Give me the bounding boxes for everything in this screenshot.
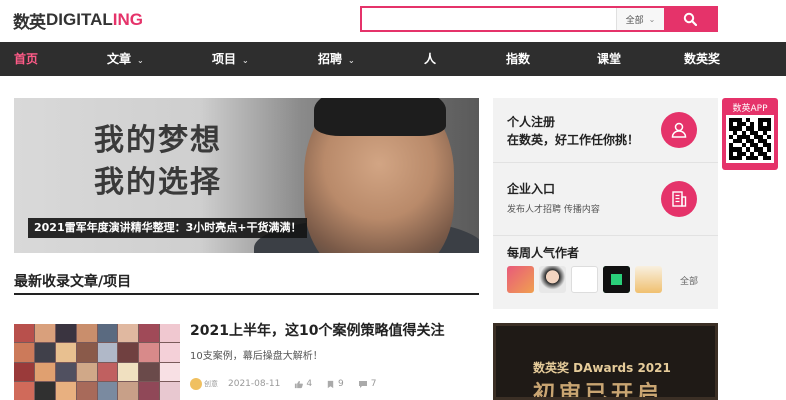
article-likes[interactable]: 4: [294, 379, 312, 389]
nav-label: 项目: [212, 52, 237, 66]
like-icon: [295, 380, 304, 388]
nav-item-index[interactable]: 指数: [506, 42, 530, 76]
hero-person-hair: [314, 98, 446, 136]
user-icon: [671, 122, 687, 138]
search-scope-select[interactable]: 全部 ⌄: [616, 8, 664, 30]
nav-label: 课堂: [597, 52, 622, 66]
search-button[interactable]: [664, 8, 716, 30]
nav-label: 文章: [107, 52, 132, 66]
article-comments-count: 7: [370, 379, 377, 389]
chevron-down-icon: ⌄: [137, 56, 144, 65]
article-author[interactable]: 创意: [204, 379, 218, 389]
main-nav: 首页 文章 ⌄ 项目 ⌄ 招聘 ⌄ 人 指数 课堂 数英奖: [0, 42, 786, 76]
nav-item-home[interactable]: 首页: [14, 42, 38, 76]
search-bar: 全部 ⌄: [360, 6, 718, 32]
favorite-icon: [327, 380, 334, 388]
enterprise-block[interactable]: 企业入口 发布人才招聘 传播内容: [493, 163, 718, 236]
article-title[interactable]: 2021上半年，这10个案例策略值得关注: [190, 320, 444, 340]
nav-label: 人: [424, 52, 437, 66]
article-thumbnail[interactable]: [14, 324, 180, 400]
register-title: 个人注册: [507, 115, 556, 129]
author-avatar[interactable]: [539, 266, 566, 293]
author-avatar[interactable]: [190, 378, 202, 390]
chevron-down-icon: ⌄: [648, 14, 656, 24]
nav-label: 数英奖: [684, 52, 721, 66]
awards-banner[interactable]: 数英奖 DAwards 2021 初审已开启: [493, 323, 718, 400]
nav-label: 招聘: [318, 52, 343, 66]
author-avatar[interactable]: [603, 266, 630, 293]
comment-icon: [358, 380, 367, 388]
popular-authors-title: 每周人气作者: [507, 246, 580, 260]
popular-authors-list: [507, 266, 662, 293]
register-block[interactable]: 个人注册 在数英，好工作任你挑！: [493, 98, 718, 163]
search-icon: [683, 12, 697, 26]
author-avatar[interactable]: [635, 266, 662, 293]
hero-banner[interactable]: 我的梦想 我的选择 2021雷军年度演讲精华整理：3小时亮点+干货满满！: [14, 98, 479, 253]
section-divider: [14, 293, 479, 295]
hero-headline-line2: 我的选择: [94, 165, 222, 200]
building-icon: [672, 191, 687, 207]
header: 数英 DIGITAL ING 全部 ⌄: [0, 0, 786, 42]
hero-caption[interactable]: 2021雷军年度演讲精华整理：3小时亮点+干货满满！: [28, 218, 308, 238]
nav-item-jobs[interactable]: 招聘 ⌄: [318, 42, 355, 76]
section-title: 最新收录文章/项目: [14, 274, 132, 290]
awards-title: 数英奖 DAwards 2021: [533, 361, 671, 375]
sidebar-panel: 个人注册 在数英，好工作任你挑！ 企业入口 发布人才招聘 传播内容 每周人气作者: [493, 98, 718, 309]
app-badge-label: 数英APP: [732, 104, 768, 114]
hero-headline: 我的梦想 我的选择: [94, 120, 222, 204]
article-meta: 创意 2021-08-11 4 9 7: [190, 377, 391, 391]
article-comments[interactable]: 7: [358, 379, 377, 389]
nav-item-awards[interactable]: 数英奖: [684, 42, 720, 76]
qr-code-icon: [726, 115, 774, 163]
enterprise-links[interactable]: 发布人才招聘 传播内容: [507, 202, 600, 215]
logo-en-accent-text: ING: [112, 10, 143, 29]
author-avatar[interactable]: [507, 266, 534, 293]
nav-item-articles[interactable]: 文章 ⌄: [107, 42, 144, 76]
register-subtitle: 在数英，好工作任你挑！: [507, 133, 640, 147]
article-date: 2021-08-11: [228, 379, 281, 389]
chevron-down-icon: ⌄: [242, 56, 249, 65]
nav-item-classroom[interactable]: 课堂: [597, 42, 621, 76]
article-favorites-count: 9: [338, 379, 344, 389]
logo-cn-text: 数英: [13, 12, 46, 33]
logo-en-text: DIGITAL: [46, 10, 113, 29]
search-input[interactable]: [362, 8, 616, 30]
nav-item-people[interactable]: 人: [424, 42, 436, 76]
hero-headline-line1: 我的梦想: [94, 123, 222, 158]
search-scope-label: 全部: [625, 15, 644, 26]
authors-all-link[interactable]: 全部: [680, 274, 698, 287]
register-button[interactable]: [661, 112, 697, 148]
nav-item-projects[interactable]: 项目 ⌄: [212, 42, 249, 76]
nav-label: 首页: [14, 52, 39, 66]
nav-label: 指数: [506, 52, 531, 66]
chevron-down-icon: ⌄: [348, 56, 355, 65]
awards-big-text: 初审已开启: [533, 382, 664, 400]
author-avatar[interactable]: [571, 266, 598, 293]
site-logo[interactable]: 数英 DIGITAL ING: [13, 8, 143, 33]
enterprise-title: 企业入口: [507, 182, 556, 196]
app-download-badge[interactable]: 数英APP: [722, 98, 778, 170]
article-favorites[interactable]: 9: [326, 379, 344, 389]
article-description: 10支案例，幕后操盘大解析！: [190, 351, 323, 362]
article-likes-count: 4: [306, 379, 313, 389]
enterprise-button[interactable]: [661, 181, 697, 217]
